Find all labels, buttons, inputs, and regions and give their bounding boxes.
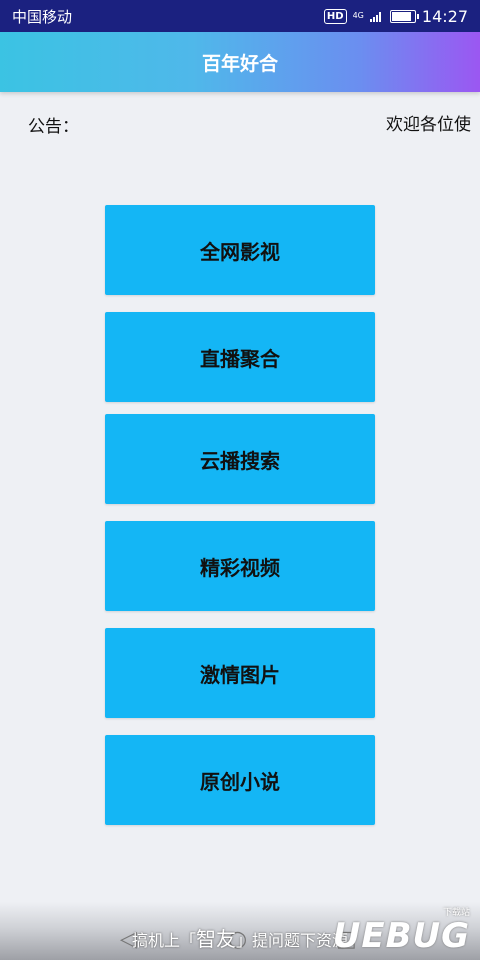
network-type-icon: 4G [352,11,364,20]
watermark-suffix: 」提问题下资源 [236,931,349,950]
menu-button-live-aggregate[interactable]: 直播聚合 [105,312,375,402]
app-title: 百年好合 [201,52,278,75]
carrier-name: 中国移动 [12,7,73,26]
menu-button-pictures[interactable]: 激情图片 [105,628,375,718]
notice-label: 公告： [28,117,79,137]
battery-level [391,11,411,21]
watermark-prefix: 搞机上「 [132,931,197,950]
watermark-caption: 搞机上「智友」提问题下资源 [132,923,348,952]
watermark-logo: UEBUG [332,916,470,956]
status-icons: HD 4G 14:27 [323,6,468,26]
watermark-brand: 智友 [196,927,237,951]
notice-marquee: 欢迎各位使 [386,115,471,135]
menu-button-all-movies[interactable]: 全网影视 [105,205,375,295]
menu-button-videos[interactable]: 精彩视频 [105,521,375,611]
menu-button-novels[interactable]: 原创小说 [105,735,375,825]
app-title-bar: 百年好合 [0,32,480,92]
status-bar: 中国移动 HD 4G 14:27 [0,0,480,32]
clock: 14:27 [421,6,468,26]
battery-icon [389,9,419,23]
hd-icon: HD [323,8,347,24]
signal-icon [369,12,381,22]
navigation-bar: ◁ ○ □ 搞机上「智友」提问题下资源 下载站 UEBUG [0,902,480,960]
menu-button-cloud-search[interactable]: 云播搜索 [105,414,375,504]
